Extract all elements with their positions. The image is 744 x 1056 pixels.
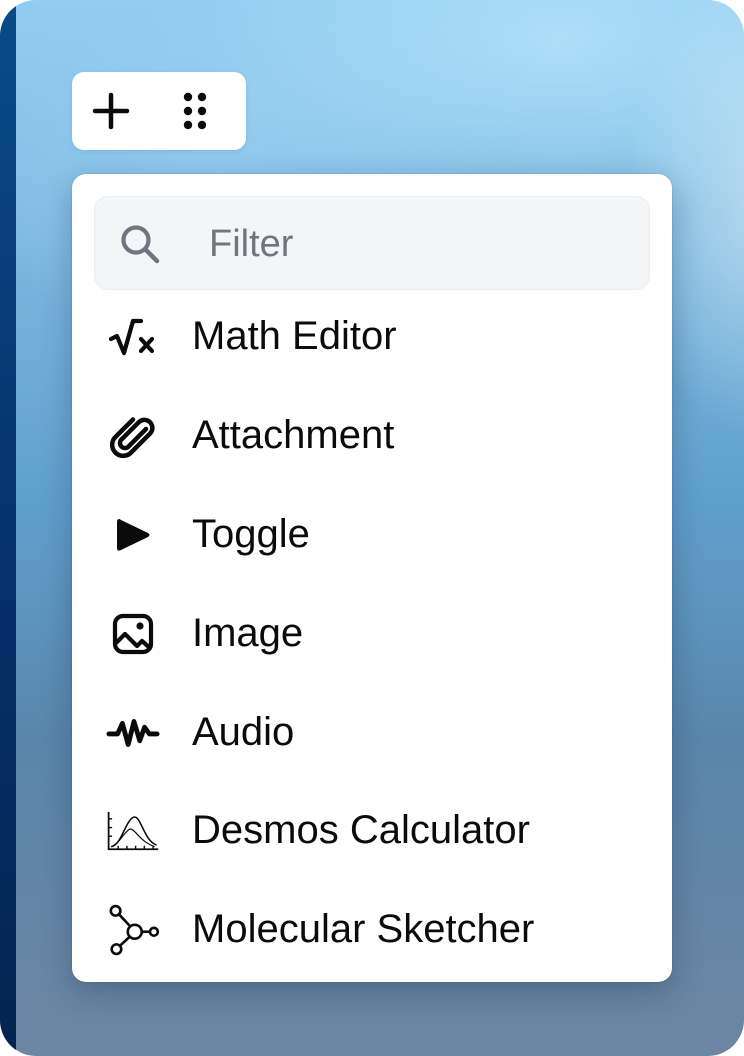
menu-item-toggle[interactable]: Toggle bbox=[94, 488, 650, 580]
menu-item-label: Audio bbox=[192, 710, 295, 754]
menu-item-image[interactable]: Image bbox=[94, 587, 650, 679]
filter-box bbox=[94, 196, 650, 290]
paperclip-icon bbox=[106, 409, 160, 463]
background-wallpaper: Math Editor Attachment Toggle bbox=[0, 0, 744, 1056]
add-block-button[interactable] bbox=[88, 88, 134, 134]
drag-handle-icon bbox=[183, 92, 207, 130]
insert-block-menu: Math Editor Attachment Toggle bbox=[72, 174, 672, 982]
menu-item-label: Desmos Calculator bbox=[192, 808, 530, 852]
menu-item-label: Image bbox=[192, 611, 304, 655]
menu-item-label: Toggle bbox=[192, 512, 310, 556]
plus-icon bbox=[92, 92, 130, 130]
block-toolbar bbox=[72, 72, 246, 150]
menu-item-desmos-calculator[interactable]: Desmos Calculator bbox=[94, 784, 650, 876]
play-triangle-icon bbox=[106, 508, 160, 562]
search-icon bbox=[121, 225, 160, 264]
square-root-icon bbox=[106, 310, 160, 364]
menu-item-math-editor[interactable]: Math Editor bbox=[94, 290, 650, 382]
molecule-icon bbox=[106, 903, 160, 957]
bell-curve-graph-icon bbox=[106, 804, 160, 858]
drag-handle-button[interactable] bbox=[172, 88, 218, 134]
menu-item-label: Molecular Sketcher bbox=[192, 907, 535, 951]
menu-item-label: Attachment bbox=[192, 413, 395, 457]
menu-item-label: Math Editor bbox=[192, 314, 397, 358]
image-icon bbox=[106, 607, 160, 661]
filter-input[interactable] bbox=[209, 217, 629, 271]
audio-wave-icon bbox=[106, 706, 160, 760]
menu-item-attachment[interactable]: Attachment bbox=[94, 389, 650, 481]
menu-item-molecular-sketcher[interactable]: Molecular Sketcher bbox=[94, 883, 650, 975]
menu-item-audio[interactable]: Audio bbox=[94, 686, 650, 778]
